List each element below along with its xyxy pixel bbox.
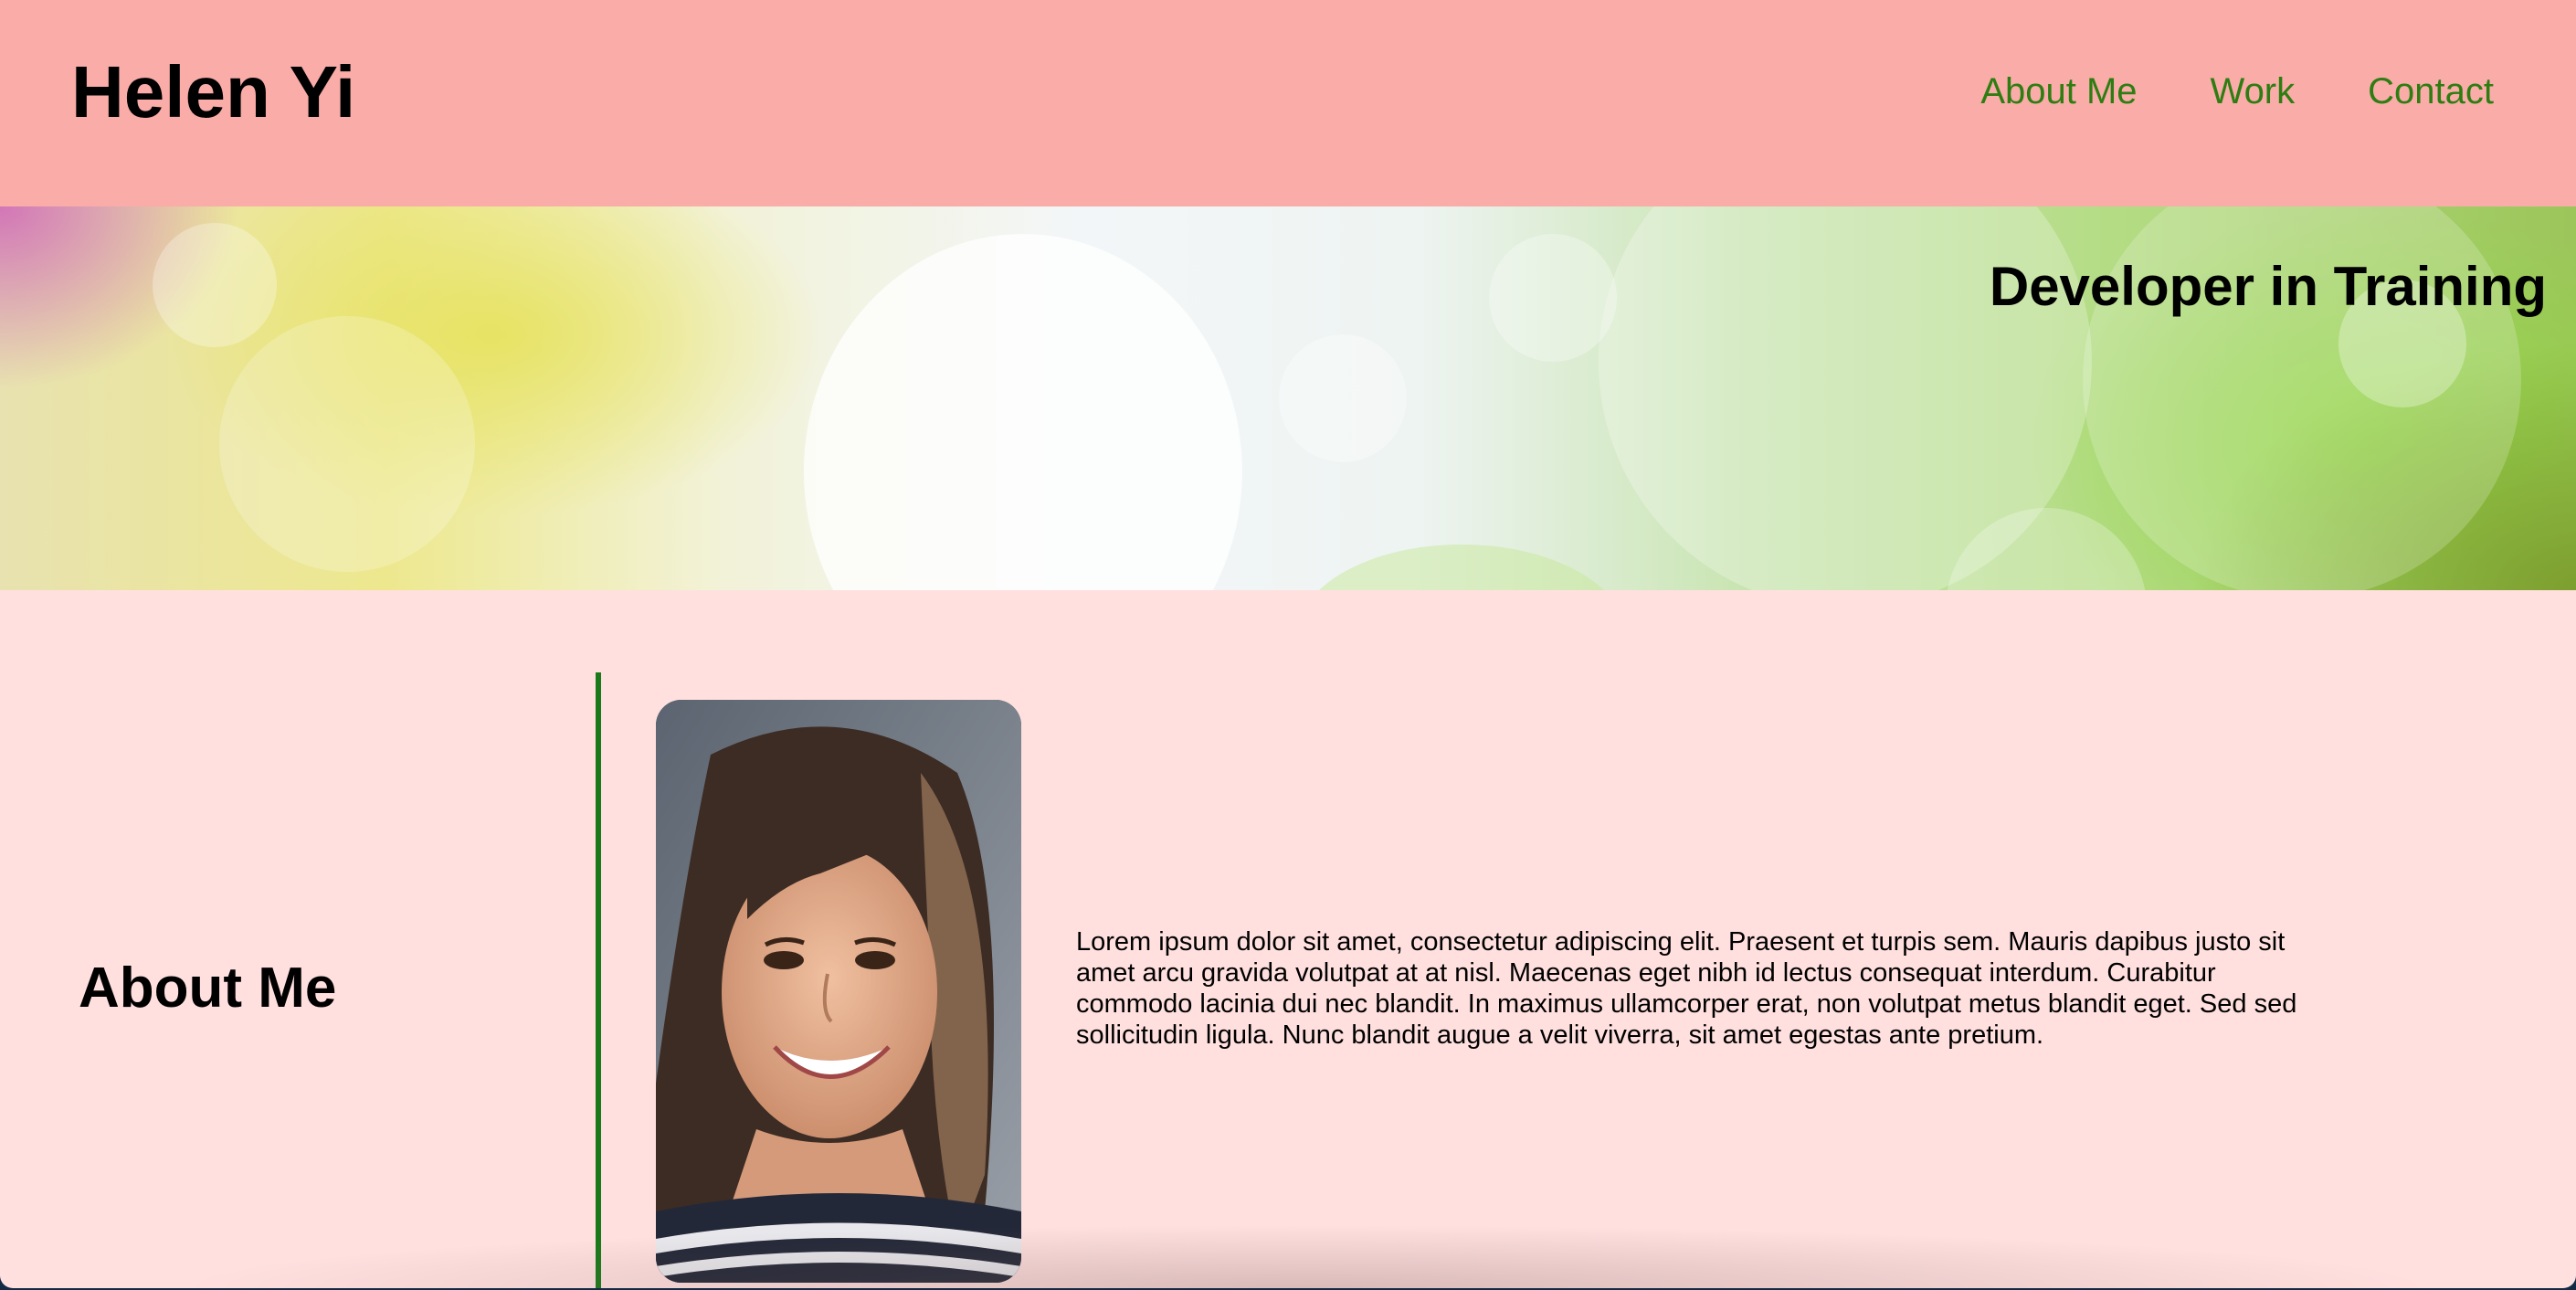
nav-contact-link[interactable]: Contact bbox=[2368, 64, 2494, 119]
nav-work-link[interactable]: Work bbox=[2211, 64, 2296, 119]
about-heading: About Me bbox=[79, 957, 337, 1020]
page: Helen Yi About Me Work Contact Developer… bbox=[0, 0, 2576, 1288]
site-header: Helen Yi About Me Work Contact bbox=[0, 0, 2576, 206]
hero-banner: Developer in Training bbox=[0, 206, 2576, 590]
portrait-illustration bbox=[656, 700, 1021, 1283]
section-divider bbox=[596, 672, 601, 1288]
site-name: Helen Yi bbox=[71, 51, 356, 132]
about-description: Lorem ipsum dolor sit amet, consectetur … bbox=[1076, 927, 2297, 1050]
main-nav: About Me Work Contact bbox=[1980, 64, 2494, 119]
hero-tagline: Developer in Training bbox=[1989, 256, 2547, 317]
profile-photo bbox=[656, 700, 1021, 1283]
nav-about-link[interactable]: About Me bbox=[1980, 64, 2137, 119]
bottom-shadow bbox=[164, 1224, 2448, 1288]
